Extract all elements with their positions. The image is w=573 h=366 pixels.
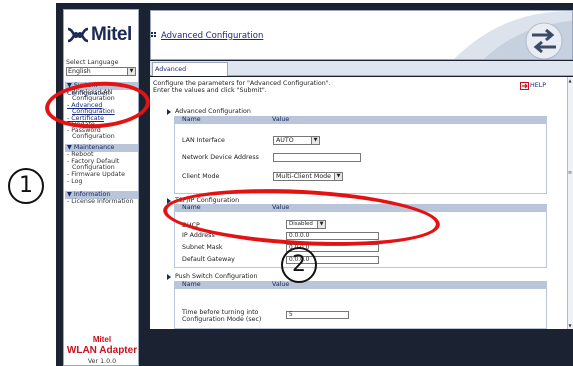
intro-line-1: Configure the parameters for "Advanced C… bbox=[153, 80, 331, 87]
help-link[interactable]: HELP bbox=[520, 82, 546, 90]
help-icon bbox=[520, 82, 529, 90]
header-swoosh-graphic bbox=[454, 11, 572, 59]
mitel-logo-icon bbox=[67, 27, 89, 43]
section-triangle-icon bbox=[167, 109, 171, 115]
intro-text: Configure the parameters for "Advanced C… bbox=[153, 80, 331, 94]
lan-interface-label: LAN Interface bbox=[182, 137, 225, 144]
callout-number-2: 2 bbox=[281, 247, 317, 283]
bottom-frame bbox=[150, 331, 573, 366]
version-label: Ver 1.0.0 bbox=[87, 358, 117, 365]
client-mode-label: Client Mode bbox=[182, 173, 220, 180]
language-label: Select Language bbox=[66, 59, 119, 66]
brand-product: WLAN Adapter bbox=[66, 345, 138, 356]
language-select-value: English bbox=[68, 68, 91, 75]
mitel-logo: Mitel bbox=[64, 23, 140, 49]
push-time-input[interactable]: 5 bbox=[286, 311, 349, 319]
client-mode-select[interactable]: Multi-Client Mode ▼ bbox=[273, 172, 343, 181]
section-title-advanced: Advanced Configuration bbox=[167, 108, 251, 115]
language-select[interactable]: English ▼ bbox=[66, 67, 136, 76]
default-gateway-label: Default Gateway bbox=[182, 256, 235, 263]
push-switch-table-header: Name Value bbox=[174, 281, 547, 289]
menu-item-password-cont[interactable]: Configuration bbox=[67, 133, 137, 141]
chevron-down-icon: ▼ bbox=[334, 173, 342, 180]
chevron-down-icon: ▼ bbox=[311, 137, 319, 144]
section-triangle-icon bbox=[167, 274, 171, 280]
tab-advanced-configuration[interactable]: Advanced Configuration bbox=[152, 62, 228, 86]
intro-line-2: Enter the values and click "Submit". bbox=[153, 87, 267, 94]
callout-number-1: 1 bbox=[8, 168, 44, 204]
menu-item-log[interactable]: - Log bbox=[67, 178, 137, 186]
advanced-table-header: Name Value bbox=[174, 116, 547, 124]
mitel-logo-text: Mitel bbox=[91, 24, 132, 45]
vertical-scrollbar[interactable] bbox=[567, 77, 573, 329]
brand-name: Mitel bbox=[92, 335, 112, 344]
section-title-push-switch: Push Switch Configuration bbox=[167, 273, 257, 280]
scroll-up-icon[interactable]: ▲ bbox=[567, 77, 573, 84]
network-device-address-label: Network Device Address bbox=[182, 154, 259, 161]
scroll-thumb-icon[interactable]: ≡ bbox=[567, 170, 573, 180]
menu-item-license-information[interactable]: - License Information bbox=[67, 198, 137, 206]
network-device-address-input[interactable] bbox=[273, 153, 361, 162]
scroll-down-icon[interactable]: ▼ bbox=[567, 322, 573, 329]
lan-interface-select[interactable]: AUTO ▼ bbox=[273, 136, 320, 145]
push-time-label: Time before turning into Configuration M… bbox=[182, 309, 262, 323]
subnet-mask-label: Subnet Mask bbox=[182, 244, 223, 251]
page-title: Advanced Configuration bbox=[161, 31, 264, 41]
chevron-down-icon: ▼ bbox=[127, 68, 135, 75]
title-grid-icon bbox=[151, 32, 157, 38]
